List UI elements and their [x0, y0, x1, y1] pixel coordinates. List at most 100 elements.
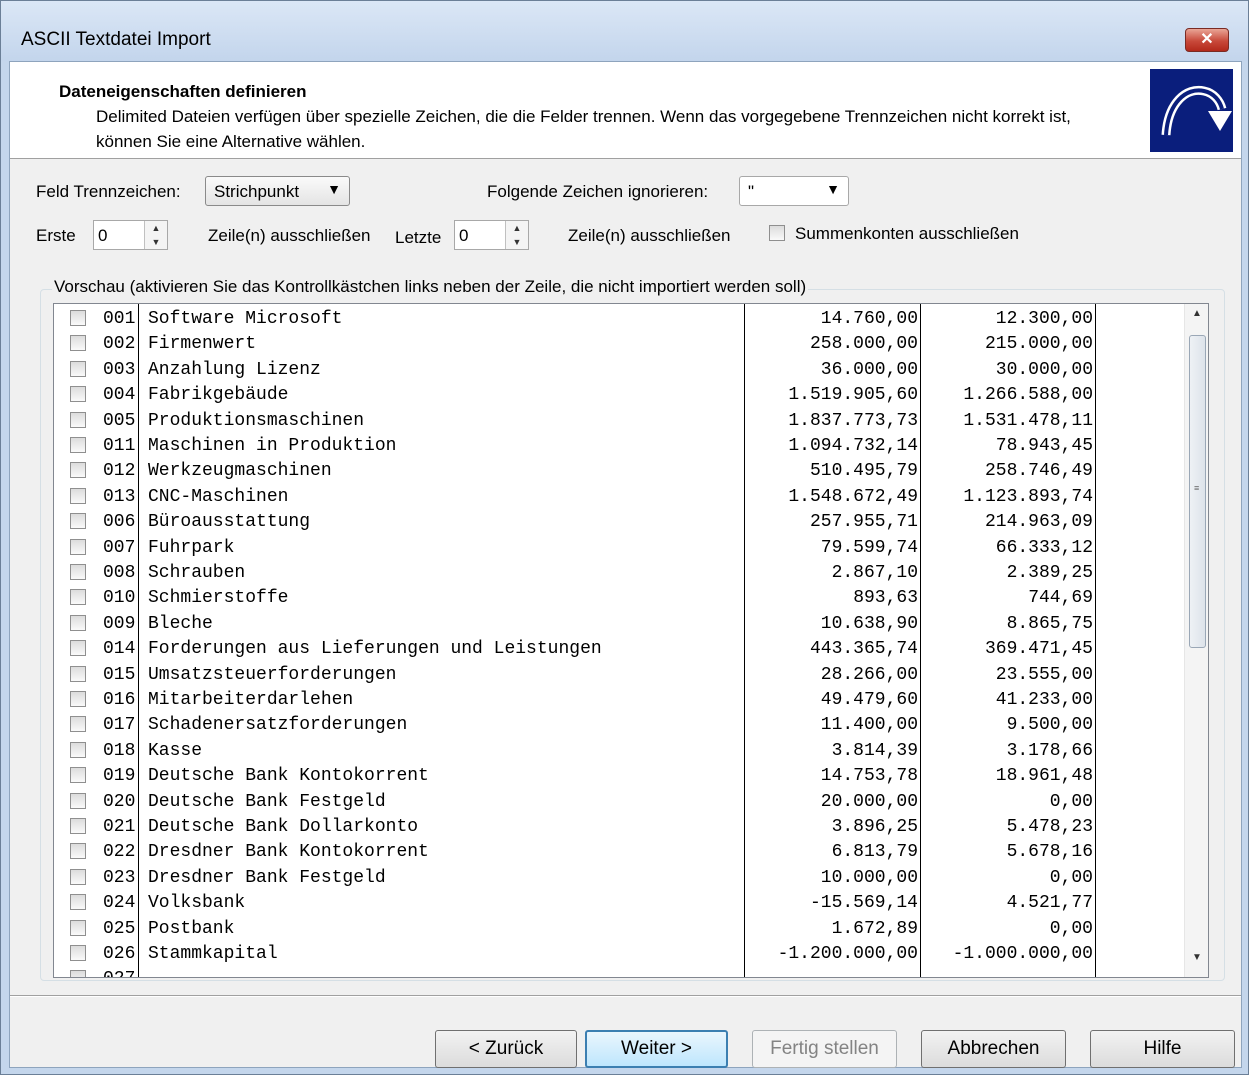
row-name: Mitarbeiterdarlehen — [148, 690, 354, 710]
chevron-down-icon: ▼ — [826, 181, 840, 197]
dialog-body: Dateneigenschaften definieren Delimited … — [9, 61, 1242, 1068]
table-row: 013 CNC-Maschinen 1.548.672,49 1.123.893,74 — [54, 484, 1184, 509]
spin-down-icon[interactable]: ▼ — [145, 235, 167, 249]
row-exclude-checkbox[interactable] — [70, 487, 86, 504]
cancel-button[interactable]: Abbrechen — [921, 1030, 1066, 1068]
row-name: Software Microsoft — [148, 309, 343, 329]
page-title: Dateneigenschaften definieren — [59, 82, 307, 101]
row-value-2: 12.300,00 — [995, 309, 1093, 329]
table-row: 026 Stammkapital -1.200.000,00 -1.000.000,0… — [54, 941, 1184, 966]
spinner-buttons[interactable]: ▲ ▼ — [144, 221, 167, 249]
row-exclude-checkbox[interactable] — [70, 640, 86, 657]
grip-icon: ≡ — [1194, 483, 1200, 493]
finish-button[interactable]: Fertig stellen — [752, 1030, 897, 1068]
row-value-2: 78.943,45 — [995, 436, 1093, 456]
row-exclude-checkbox[interactable] — [70, 665, 86, 682]
row-exclude-checkbox[interactable] — [70, 818, 86, 834]
row-exclude-checkbox[interactable] — [70, 868, 86, 885]
column-divider — [744, 304, 745, 977]
row-exclude-checkbox[interactable] — [70, 310, 86, 326]
first-lines-spinner[interactable]: 0 ▲ ▼ — [93, 220, 168, 250]
row-value-2: 744,69 — [1028, 588, 1093, 609]
vertical-scrollbar[interactable]: ▲ ≡ ▼ — [1184, 304, 1208, 977]
row-value-2: 214.963,09 — [984, 512, 1093, 533]
first-lines-suffix: Zeile(n) ausschließen — [208, 226, 371, 245]
row-exclude-checkbox[interactable] — [70, 894, 86, 911]
row-exclude-checkbox[interactable] — [70, 919, 86, 936]
field-separator-value: Strichpunkt — [214, 182, 300, 201]
row-value-2: 41.233,00 — [995, 690, 1093, 710]
table-row: 008 Schrauben 2.867,10 2.389,25 — [54, 560, 1184, 585]
row-name: Umsatzsteuerforderungen — [148, 664, 397, 685]
row-exclude-checkbox[interactable] — [70, 437, 86, 453]
row-value-1: 10.638,90 — [820, 613, 918, 634]
wizard-arrow-icon — [1150, 69, 1233, 152]
row-value-2: 1.123.893,74 — [963, 486, 1093, 507]
row-exclude-checkbox[interactable] — [70, 462, 86, 479]
row-value-2: 1.266.588,00 — [963, 385, 1093, 406]
row-exclude-checkbox[interactable] — [70, 513, 86, 530]
row-exclude-checkbox[interactable] — [70, 945, 86, 961]
row-exclude-checkbox[interactable] — [70, 614, 86, 631]
table-row: 007 Fuhrpark 79.599,74 66.333,12 — [54, 535, 1184, 560]
row-exclude-checkbox[interactable] — [70, 564, 86, 580]
row-exclude-checkbox[interactable] — [70, 716, 86, 733]
row-exclude-checkbox[interactable] — [70, 589, 86, 606]
next-button[interactable]: Weiter > — [585, 1030, 728, 1068]
chevron-down-icon: ▼ — [327, 181, 341, 197]
row-exclude-checkbox[interactable] — [70, 411, 86, 428]
last-lines-value: 0 — [459, 226, 469, 245]
spin-up-icon[interactable]: ▲ — [506, 221, 528, 235]
spinner-buttons[interactable]: ▲ ▼ — [505, 221, 528, 249]
spin-down-icon[interactable]: ▼ — [506, 235, 528, 249]
table-row: 005 Produktionsmaschinen 1.837.773,73 1.531… — [54, 408, 1184, 433]
ignore-chars-select[interactable]: " ▼ — [739, 176, 849, 206]
row-code: 017 — [103, 715, 136, 736]
row-exclude-checkbox[interactable] — [70, 970, 86, 977]
row-code: 026 — [103, 944, 136, 964]
table-row: 002 Firmenwert 258.000,00 215.000,00 — [54, 331, 1184, 356]
row-value-2: 258.746,49 — [984, 461, 1093, 482]
last-lines-label: Letzte — [395, 228, 442, 247]
row-exclude-checkbox[interactable] — [70, 360, 86, 377]
preview-group-label: Vorschau (aktivieren Sie das Kontrollkäs… — [52, 277, 809, 297]
row-name: Postbank — [148, 918, 235, 939]
exclude-sum-accounts-checkbox[interactable] — [769, 225, 785, 241]
row-name: Kasse — [148, 740, 203, 761]
row-exclude-checkbox[interactable] — [70, 843, 86, 860]
scroll-down-icon[interactable]: ▼ — [1185, 952, 1208, 972]
preview-list[interactable]: 001 Software Microsoft 14.760,00 12.300,00 0… — [53, 303, 1209, 978]
help-button[interactable]: Hilfe — [1090, 1030, 1235, 1068]
row-exclude-checkbox[interactable] — [70, 538, 86, 555]
row-name: Schrauben — [148, 563, 246, 583]
row-code: 014 — [103, 639, 136, 660]
scroll-up-icon[interactable]: ▲ — [1185, 308, 1208, 328]
row-name: Deutsche Bank Festgeld — [148, 791, 386, 812]
row-name: Maschinen in Produktion — [148, 436, 397, 456]
row-name: Dresdner Bank Kontokorrent — [148, 842, 429, 863]
row-exclude-checkbox[interactable] — [70, 767, 86, 784]
row-code: 025 — [103, 918, 136, 939]
row-exclude-checkbox[interactable] — [70, 792, 86, 809]
table-row: 014 Forderungen aus Lieferungen und Leist… — [54, 636, 1184, 661]
row-exclude-checkbox[interactable] — [70, 335, 86, 352]
row-value-1: 6.813,79 — [831, 842, 918, 863]
row-name: CNC-Maschinen — [148, 486, 289, 507]
row-name: Fuhrpark — [148, 537, 235, 558]
row-exclude-checkbox[interactable] — [70, 691, 86, 707]
table-row: 012 Werkzeugmaschinen 510.495,79 258.746,49 — [54, 458, 1184, 483]
scrollbar-thumb[interactable]: ≡ — [1189, 335, 1206, 648]
row-value-1: 28.266,00 — [820, 664, 918, 685]
table-row: 027 — [54, 966, 1184, 977]
row-name: Bleche — [148, 613, 213, 634]
spin-up-icon[interactable]: ▲ — [145, 221, 167, 235]
last-lines-spinner[interactable]: 0 ▲ ▼ — [454, 220, 529, 250]
row-exclude-checkbox[interactable] — [70, 386, 86, 403]
back-button[interactable]: < Zurück — [435, 1030, 577, 1068]
close-button[interactable]: ✕ — [1185, 28, 1229, 52]
table-row: 023 Dresdner Bank Festgeld 10.000,00 0,00 — [54, 865, 1184, 890]
row-exclude-checkbox[interactable] — [70, 741, 86, 758]
row-value-1: 257.955,71 — [809, 512, 918, 533]
field-separator-select[interactable]: Strichpunkt ▼ — [205, 176, 350, 206]
row-code: 013 — [103, 486, 136, 507]
